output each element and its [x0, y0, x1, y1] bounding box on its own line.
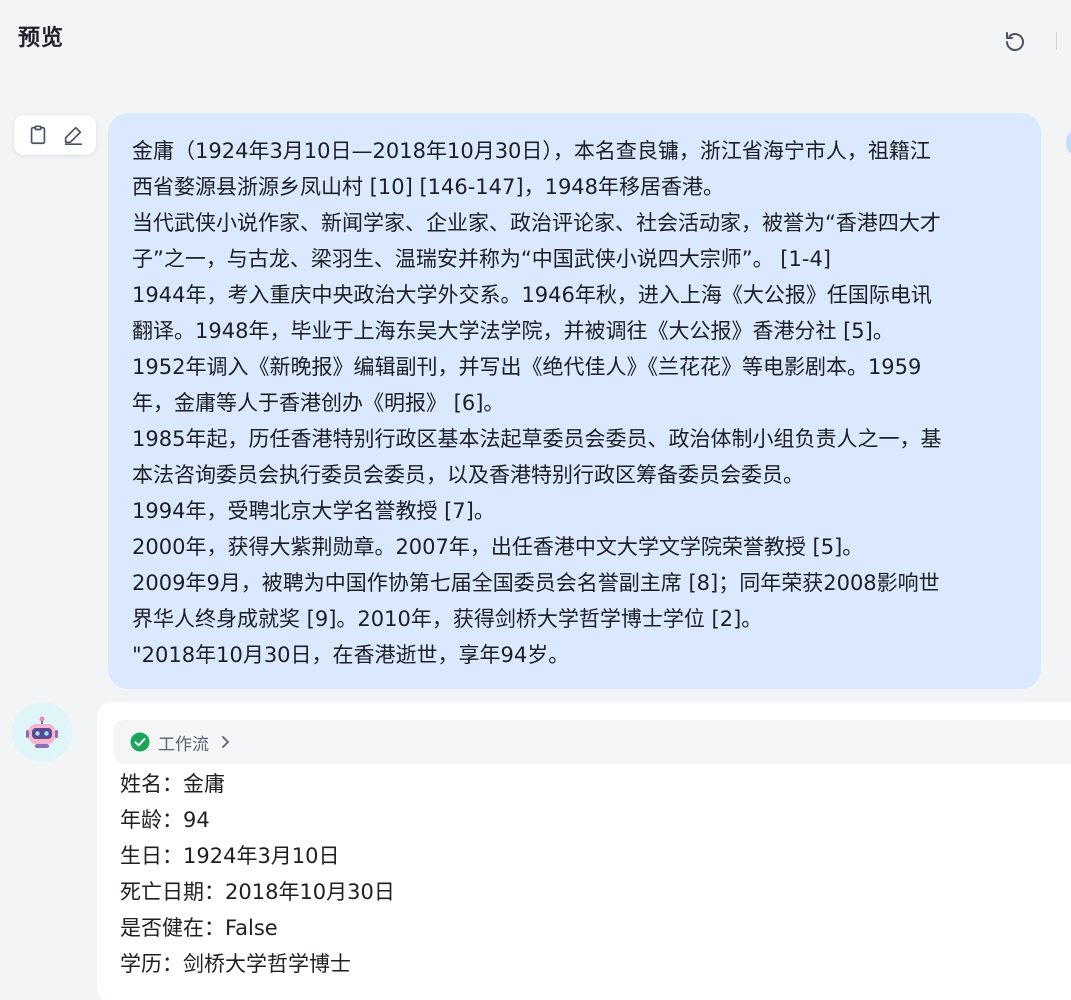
- preview-panel: 预览 金庸（1924年3月10日—2018年10月30日），本名查良镛，浙江省海…: [0, 0, 1071, 1000]
- copy-button[interactable]: [25, 122, 51, 148]
- bot-avatar: [12, 702, 72, 762]
- message-line: 翻译。1948年，毕业于上海东吴大学法学院，并被调往《大公报》香港分社 [5]。: [132, 319, 894, 343]
- message-line: 本法咨询委员会执行委员会委员，以及香港特别行政区筹备委员会委员。: [132, 463, 804, 487]
- message-line: 2000年，获得大紫荆勋章。2007年，出任香港中文大学文学院荣誉教授 [5]。: [132, 535, 864, 559]
- check-circle-icon: [130, 732, 150, 752]
- chevron-right-icon: [219, 735, 231, 749]
- pencil-icon: [64, 126, 82, 145]
- answer-line-death-date: 死亡日期：2018年10月30日: [120, 880, 395, 904]
- message-line: "2018年10月30日，在香港逝世，享年94岁。: [132, 643, 570, 667]
- message-line: 子”之一，与古龙、梁羽生、温瑞安并称为“中国武侠小说四大宗师”。 [1-4]: [132, 247, 831, 271]
- message-line: 金庸（1924年3月10日—2018年10月30日），本名查良镛，浙江省海宁市人…: [132, 139, 931, 163]
- message-actions: [14, 115, 96, 155]
- message-line: 年，金庸等人于香港创办《明报》 [6]。: [132, 391, 505, 415]
- bot-answer: 姓名：金庸 年龄：94 生日：1924年3月10日 死亡日期：2018年10月3…: [120, 766, 395, 982]
- refresh-button[interactable]: [1001, 28, 1029, 56]
- answer-line-name: 姓名：金庸: [120, 772, 225, 796]
- user-avatar: [1066, 128, 1071, 158]
- clipboard-icon: [30, 125, 45, 145]
- answer-line-birthday: 生日：1924年3月10日: [120, 844, 340, 868]
- answer-line-education: 学历：剑桥大学哲学博士: [120, 952, 351, 976]
- message-line: 1994年，受聘北京大学名誉教授 [7]。: [132, 499, 495, 523]
- message-line: 1944年，考入重庆中央政治大学外交系。1946年秋，进入上海《大公报》任国际电…: [132, 283, 932, 307]
- edit-button[interactable]: [60, 122, 86, 148]
- robot-avatar-icon: [26, 716, 58, 748]
- message-line: 1952年调入《新晚报》编辑副刊，并写出《绝代佳人》《兰花花》等电影剧本。195…: [132, 355, 922, 379]
- workflow-toggle[interactable]: 工作流: [114, 720, 1071, 764]
- message-line: 界华人终身成就奖 [9]。2010年，获得剑桥大学哲学博士学位 [2]。: [132, 607, 763, 631]
- answer-line-age: 年龄：94: [120, 808, 210, 832]
- workflow-label: 工作流: [158, 734, 209, 755]
- answer-line-alive: 是否健在：False: [120, 916, 278, 940]
- message-line: 1985年起，历任香港特别行政区基本法起草委员会委员、政治体制小组负责人之一，基: [132, 427, 942, 451]
- header-divider: [1056, 32, 1057, 50]
- message-line: 2009年9月，被聘为中国作协第七届全国委员会名誉副主席 [8]；同年荣获200…: [132, 571, 940, 595]
- message-line: 当代武侠小说作家、新闻学家、企业家、政治评论家、社会活动家，被誉为“香港四大才: [132, 211, 941, 235]
- message-line: 西省婺源县浙源乡凤山村 [10] [146-147]，1948年移居香港。: [132, 175, 725, 199]
- page-title: 预览: [18, 26, 65, 51]
- header: 预览: [0, 0, 1071, 72]
- refresh-icon: [1006, 32, 1024, 51]
- user-message-bubble: 金庸（1924年3月10日—2018年10月30日），本名查良镛，浙江省海宁市人…: [108, 113, 1041, 689]
